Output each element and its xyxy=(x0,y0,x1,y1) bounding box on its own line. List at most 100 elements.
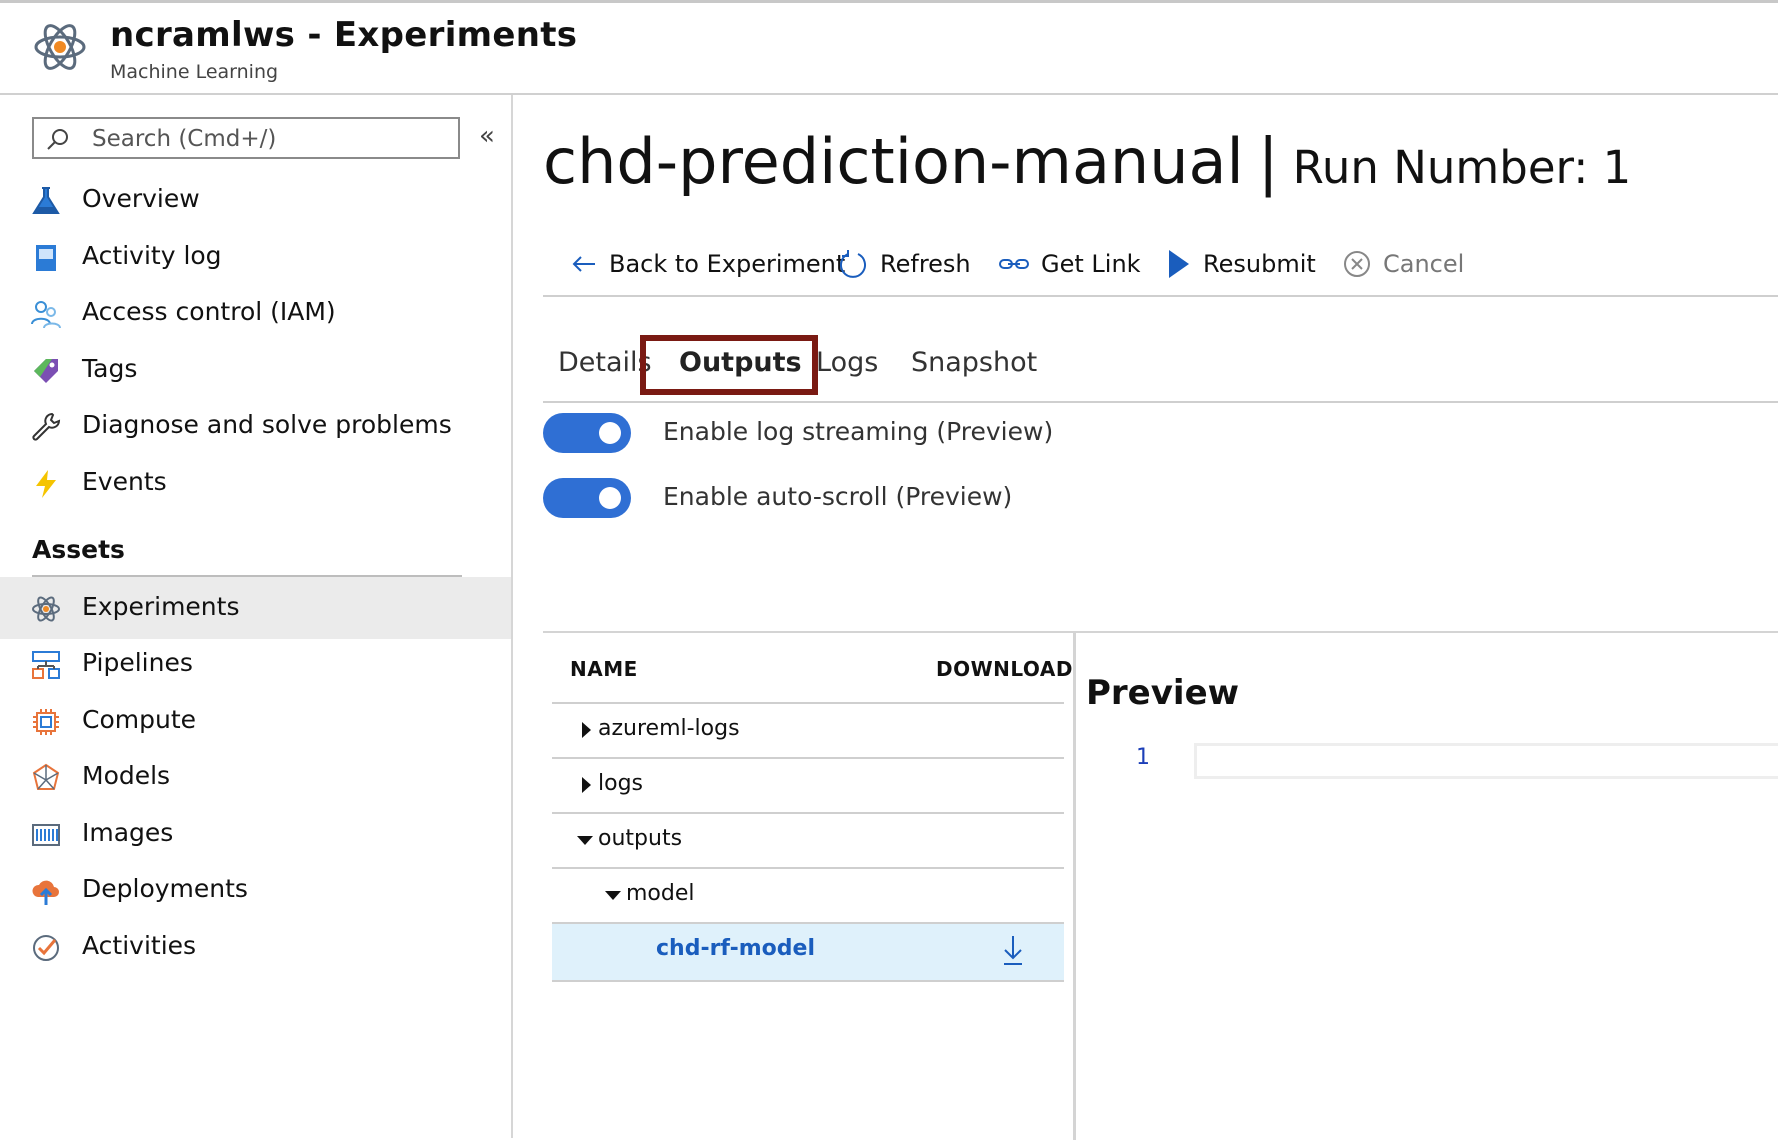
collapse-sidebar-button[interactable]: « xyxy=(472,121,502,151)
sidebar-item-label: Tags xyxy=(82,354,138,383)
sidebar-item-experiments[interactable]: Experiments xyxy=(0,577,511,639)
arrow-left-icon xyxy=(572,256,595,272)
log-streaming-toggle[interactable] xyxy=(543,413,631,453)
section-title-assets: Assets xyxy=(32,535,125,564)
atom-icon xyxy=(34,24,86,70)
resubmit-label: Resubmit xyxy=(1203,250,1316,278)
toolbar: Back to Experiment Refresh Get Link Resu… xyxy=(543,235,1778,297)
toggle-knob xyxy=(599,422,621,444)
run-title: chd-prediction-manual xyxy=(543,125,1244,198)
get-link-label: Get Link xyxy=(1041,250,1141,278)
tree-row-logs[interactable]: logs xyxy=(552,757,1064,812)
cancel-button[interactable]: Cancel xyxy=(1343,235,1464,293)
atom-icon xyxy=(32,596,60,622)
run-number: Run Number: 1 xyxy=(1292,141,1632,194)
sidebar-item-pipelines[interactable]: Pipelines xyxy=(0,633,511,695)
caret-down-icon[interactable] xyxy=(577,836,593,845)
close-circle-icon xyxy=(1344,251,1370,277)
caret-down-icon[interactable] xyxy=(605,891,621,900)
back-to-experiment-button[interactable]: Back to Experiment xyxy=(571,235,845,293)
refresh-label: Refresh xyxy=(880,250,971,278)
code-line-editor[interactable] xyxy=(1194,743,1778,779)
cancel-label: Cancel xyxy=(1383,250,1465,278)
sidebar-item-activity-log[interactable]: Activity log xyxy=(0,226,511,288)
model-icon xyxy=(32,763,60,790)
toggle-knob xyxy=(599,487,621,509)
flask-icon xyxy=(32,187,60,214)
output-files-panel: NAME DOWNLOAD azureml-logs logs outputs … xyxy=(543,631,1076,1140)
sidebar-item-label: Models xyxy=(82,761,171,790)
images-icon xyxy=(32,824,60,846)
sidebar-item-label: Images xyxy=(82,818,174,847)
lightning-icon xyxy=(36,470,56,498)
sidebar-item-access-control[interactable]: Access control (IAM) xyxy=(0,282,511,344)
resubmit-button[interactable]: Resubmit xyxy=(1167,235,1316,293)
download-icon[interactable] xyxy=(1002,934,1024,966)
sidebar: Search (Cmd+/) « Overview Activity log A… xyxy=(0,95,513,1138)
search-placeholder: Search (Cmd+/) xyxy=(92,126,277,152)
search-input[interactable]: Search (Cmd+/) xyxy=(32,117,460,159)
chip-icon xyxy=(33,709,59,735)
column-header-download: DOWNLOAD xyxy=(936,657,1073,681)
sidebar-item-label: Pipelines xyxy=(82,648,193,677)
tree-row-chd-rf-model[interactable]: chd-rf-model xyxy=(552,922,1064,982)
sidebar-item-overview[interactable]: Overview xyxy=(0,169,511,231)
sidebar-item-label: Deployments xyxy=(82,874,248,903)
document-icon xyxy=(36,245,56,271)
sidebar-item-label: Events xyxy=(82,467,167,496)
preview-panel: Preview 1 xyxy=(1076,631,1778,1140)
sidebar-item-label: Access control (IAM) xyxy=(82,297,336,326)
play-icon xyxy=(1169,250,1189,278)
sidebar-item-label: Overview xyxy=(82,184,200,213)
tab-details[interactable]: Details xyxy=(558,347,652,378)
caret-right-icon[interactable] xyxy=(582,722,591,738)
tab-logs[interactable]: Logs xyxy=(816,347,878,378)
sidebar-item-diagnose[interactable]: Diagnose and solve problems xyxy=(0,395,511,457)
sidebar-item-images[interactable]: Images xyxy=(0,803,511,865)
sidebar-item-label: Diagnose and solve problems xyxy=(82,410,452,439)
tree-item-label: azureml-logs xyxy=(598,716,740,741)
caret-right-icon[interactable] xyxy=(582,777,591,793)
sidebar-item-deployments[interactable]: Deployments xyxy=(0,859,511,921)
sidebar-item-compute[interactable]: Compute xyxy=(0,690,511,752)
preview-title: Preview xyxy=(1086,673,1240,713)
tree-item-label: logs xyxy=(598,771,643,796)
check-circle-icon xyxy=(33,935,59,961)
app-header: ncramlws - Experiments Machine Learning xyxy=(0,3,1778,95)
tab-outputs[interactable]: Outputs xyxy=(679,347,802,378)
sidebar-item-label: Experiments xyxy=(82,592,240,621)
pipeline-icon xyxy=(32,651,60,679)
sidebar-item-events[interactable]: Events xyxy=(0,452,511,514)
tree-item-label: chd-rf-model xyxy=(656,936,815,961)
sidebar-item-label: Compute xyxy=(82,705,197,734)
tag-icon xyxy=(34,359,58,383)
tree-row-outputs[interactable]: outputs xyxy=(552,812,1064,867)
get-link-button[interactable]: Get Link xyxy=(999,235,1141,293)
tree-row-model[interactable]: model xyxy=(552,867,1064,922)
line-number: 1 xyxy=(1136,745,1150,770)
sidebar-item-tags[interactable]: Tags xyxy=(0,339,511,401)
back-label: Back to Experiment xyxy=(609,250,846,278)
tree-row-azureml-logs[interactable]: azureml-logs xyxy=(552,702,1064,757)
tree-item-label: model xyxy=(626,881,695,906)
app-title: ncramlws - Experiments xyxy=(110,15,578,55)
tab-snapshot[interactable]: Snapshot xyxy=(911,347,1037,378)
column-header-name: NAME xyxy=(570,657,638,681)
refresh-button[interactable]: Refresh xyxy=(838,235,971,293)
search-icon xyxy=(47,129,68,150)
link-icon xyxy=(999,259,1029,269)
app-subtitle: Machine Learning xyxy=(110,61,279,83)
sidebar-item-label: Activity log xyxy=(82,241,222,270)
wrench-icon xyxy=(32,412,61,441)
log-streaming-label: Enable log streaming (Preview) xyxy=(663,417,1054,446)
refresh-icon xyxy=(840,250,866,278)
main-content: chd-prediction-manual | Run Number: 1 Back… xyxy=(513,95,1778,1140)
sidebar-item-activities[interactable]: Activities xyxy=(0,916,511,978)
auto-scroll-toggle[interactable] xyxy=(543,478,631,518)
people-icon xyxy=(31,301,61,329)
tab-bar: Details Outputs Logs Snapshot xyxy=(543,335,1778,403)
title-separator: | xyxy=(1257,125,1279,198)
page-title: chd-prediction-manual | Run Number: 1 xyxy=(543,125,1631,198)
sidebar-item-models[interactable]: Models xyxy=(0,746,511,808)
auto-scroll-label: Enable auto-scroll (Preview) xyxy=(663,482,1013,511)
